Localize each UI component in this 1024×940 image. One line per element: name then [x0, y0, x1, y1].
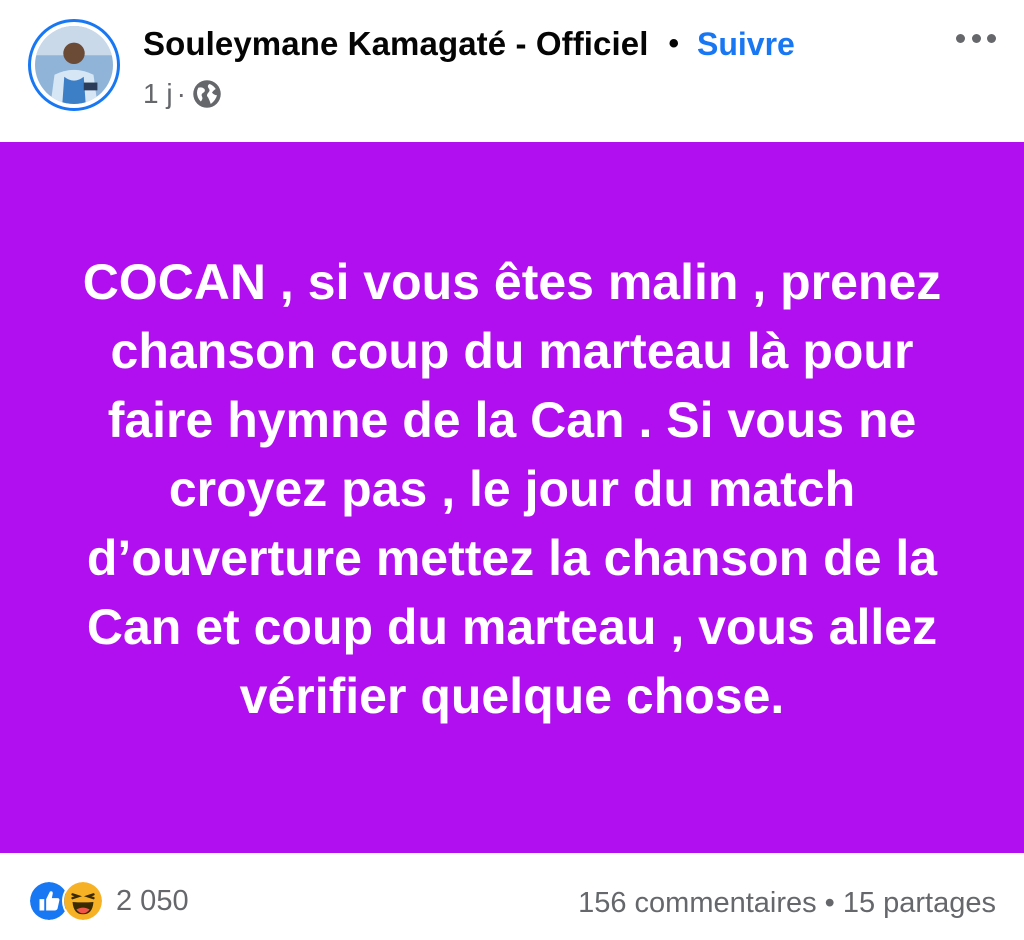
- more-horizontal-icon-dot: [971, 33, 981, 43]
- post-footer: 2 050 156 commentaires • 15 partages: [0, 853, 1024, 940]
- counts-separator: •: [824, 886, 835, 919]
- reaction-count: 2 050: [116, 884, 189, 917]
- avatar-photo: [35, 26, 113, 104]
- author-name[interactable]: Souleymane Kamagaté - Officiel: [143, 25, 649, 63]
- follow-button[interactable]: Suivre: [697, 26, 795, 63]
- comments-count-link[interactable]: 156 commentaires: [578, 887, 817, 920]
- facebook-post: Souleymane Kamagaté - Officiel • Suivre …: [0, 0, 1024, 940]
- avatar[interactable]: [28, 19, 120, 111]
- status-text: COCAN , si vous êtes malin , prenez chan…: [82, 254, 942, 724]
- author-separator: •: [668, 27, 680, 60]
- engagement-counts: 156 commentaires • 15 partages: [578, 883, 996, 923]
- post-time[interactable]: 1 j: [143, 78, 173, 110]
- meta-separator: ·: [176, 78, 186, 109]
- globe-icon[interactable]: [192, 79, 222, 109]
- post-meta: 1 j ·: [143, 76, 222, 112]
- reactions-summary[interactable]: 2 050: [28, 880, 189, 922]
- more-horizontal-icon: [956, 33, 965, 43]
- more-options-button[interactable]: [956, 28, 996, 48]
- author-line: Souleymane Kamagaté - Officiel • Suivre: [143, 22, 795, 66]
- post-header: Souleymane Kamagaté - Officiel • Suivre …: [0, 0, 1024, 142]
- status-background-card: COCAN , si vous êtes malin , prenez chan…: [0, 142, 1024, 853]
- more-horizontal-icon-dot: [987, 33, 996, 43]
- haha-icon: [62, 880, 104, 922]
- shares-count-link[interactable]: 15 partages: [843, 887, 996, 920]
